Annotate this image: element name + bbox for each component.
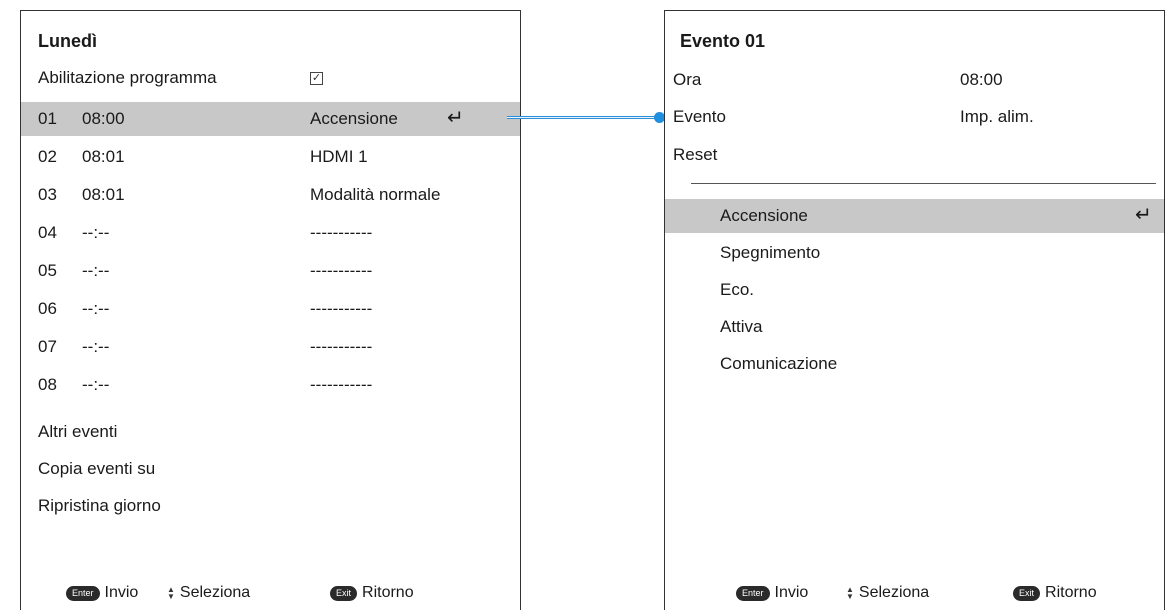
event-action: ----------- (310, 261, 373, 280)
schedule-day-panel: Lunedì Abilitazione programma ✓ 01 08:00… (20, 10, 521, 610)
event-time: --:-- (82, 337, 110, 356)
event-detail-panel: Evento 01 Ora 08:00 Evento Imp. alim. Re… (664, 10, 1165, 610)
option-power-off[interactable]: Spegnimento (665, 236, 1164, 270)
enter-hint: Enter Invio (736, 584, 808, 602)
up-down-arrows-icon: ▲ ▼ (167, 585, 175, 601)
up-down-arrows-icon: ▲ ▼ (846, 585, 854, 601)
event-time: --:-- (82, 299, 110, 318)
event-action: Accensione (310, 109, 398, 128)
event-time: 08:01 (82, 147, 125, 166)
menu-other-events[interactable]: Altri eventi (21, 415, 520, 449)
event-action: ----------- (310, 337, 373, 356)
event-number: 02 (38, 147, 57, 166)
menu-copy-events[interactable]: Copia eventi su (21, 452, 520, 486)
event-time: --:-- (82, 261, 110, 280)
select-hint-label: Seleziona (858, 584, 930, 601)
panel-connector-line (507, 116, 660, 119)
exit-key-icon: Exit (1013, 585, 1041, 601)
event-time: --:-- (82, 223, 110, 242)
option-communication[interactable]: Comunicazione (665, 347, 1164, 381)
option-label: Attiva (720, 317, 763, 336)
enable-schedule-label: Abilitazione programma (38, 68, 217, 87)
event-row-08[interactable]: 08 --:-- ----------- (21, 368, 520, 402)
field-reset[interactable]: Reset (665, 138, 1164, 172)
field-label: Evento (673, 107, 726, 126)
event-action: ----------- (310, 375, 373, 394)
field-value: 08:00 (960, 70, 1003, 89)
option-eco[interactable]: Eco. (665, 273, 1164, 307)
event-row-01[interactable]: 01 08:00 Accensione ↵ (21, 102, 520, 136)
panel-title: Evento 01 (680, 31, 766, 51)
enter-hint-label: Invio (104, 584, 139, 601)
enter-arrow-icon: ↵ (447, 107, 464, 129)
event-number: 03 (38, 185, 57, 204)
select-hint: ▲ ▼ Seleziona (846, 584, 929, 602)
event-time: --:-- (82, 375, 110, 394)
key-hint-bar: Enter Invio ▲ ▼ Seleziona Exit Ritorno (21, 584, 520, 606)
event-row-05[interactable]: 05 --:-- ----------- (21, 254, 520, 288)
event-number: 05 (38, 261, 57, 280)
select-hint-label: Seleziona (179, 584, 251, 601)
event-number: 06 (38, 299, 57, 318)
field-value: Imp. alim. (960, 107, 1034, 126)
enter-arrow-icon: ↵ (1135, 204, 1152, 226)
option-active[interactable]: Attiva (665, 310, 1164, 344)
exit-key-icon: Exit (330, 585, 358, 601)
section-divider (691, 183, 1156, 184)
exit-hint: Exit Ritorno (330, 584, 414, 602)
event-number: 04 (38, 223, 57, 242)
enter-hint: Enter Invio (66, 584, 138, 602)
exit-hint: Exit Ritorno (1013, 584, 1097, 602)
exit-hint-label: Ritorno (1045, 584, 1097, 601)
event-action: Modalità normale (310, 185, 441, 204)
field-event[interactable]: Evento Imp. alim. (665, 100, 1164, 134)
enable-schedule-row[interactable]: Abilitazione programma ✓ (21, 61, 520, 95)
event-time: 08:01 (82, 185, 125, 204)
event-time: 08:00 (82, 109, 125, 128)
event-row-02[interactable]: 02 08:01 HDMI 1 (21, 140, 520, 174)
option-label: Eco. (720, 280, 755, 299)
event-row-06[interactable]: 06 --:-- ----------- (21, 292, 520, 326)
enter-key-icon: Enter (66, 585, 100, 601)
event-number: 08 (38, 375, 57, 394)
option-label: Comunicazione (720, 354, 838, 373)
option-power-on[interactable]: Accensione ↵ (665, 199, 1164, 233)
event-row-07[interactable]: 07 --:-- ----------- (21, 330, 520, 364)
key-hint-bar: Enter Invio ▲ ▼ Seleziona Exit Ritorno (665, 584, 1164, 606)
enter-hint-label: Invio (774, 584, 809, 601)
enter-key-icon: Enter (736, 585, 770, 601)
select-hint: ▲ ▼ Seleziona (167, 584, 250, 602)
menu-label: Altri eventi (38, 422, 118, 441)
menu-label: Copia eventi su (38, 459, 156, 478)
event-row-03[interactable]: 03 08:01 Modalità normale (21, 178, 520, 212)
option-label: Accensione (720, 206, 808, 225)
event-action: ----------- (310, 299, 373, 318)
field-label: Reset (673, 145, 718, 164)
menu-reset-day[interactable]: Ripristina giorno (21, 489, 520, 523)
event-action: HDMI 1 (310, 147, 368, 166)
option-label: Spegnimento (720, 243, 821, 262)
event-row-04[interactable]: 04 --:-- ----------- (21, 216, 520, 250)
field-time[interactable]: Ora 08:00 (665, 63, 1164, 97)
exit-hint-label: Ritorno (362, 584, 414, 601)
event-action: ----------- (310, 223, 373, 242)
event-number: 01 (38, 109, 57, 128)
enable-schedule-checkbox[interactable]: ✓ (310, 72, 323, 85)
field-label: Ora (673, 70, 702, 89)
panel-title: Lunedì (38, 31, 97, 51)
menu-label: Ripristina giorno (38, 496, 161, 515)
event-number: 07 (38, 337, 57, 356)
